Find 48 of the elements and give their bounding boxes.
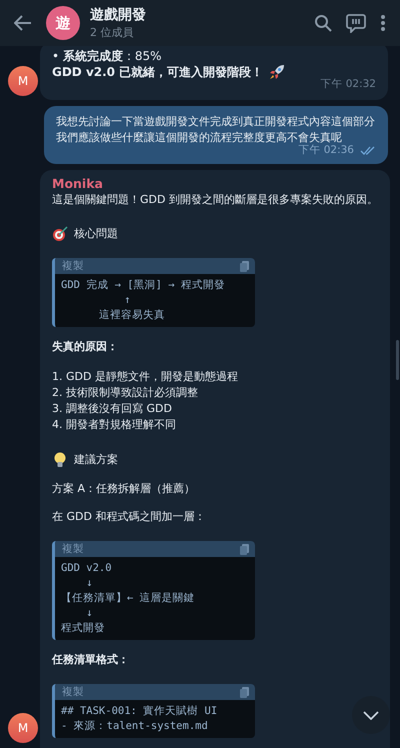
group-avatar[interactable]: 遊 [46,6,80,40]
code-line: 這裡容易失真 [98,308,166,323]
sender-name: Monika [52,176,103,192]
code-line: ↑ [123,293,132,308]
message-heading: 任務清單格式： [52,652,129,668]
list-item: 1. GDD 是靜態文件，開發是動態過程 [52,369,238,385]
message-text: 在 GDD 和程式碼之間加一層： [52,509,206,525]
code-line: ↓ [85,606,94,621]
user-avatar[interactable]: M [8,713,38,743]
copy-icon[interactable] [240,260,249,272]
code-line: - 來源：talent-system.md [61,719,209,734]
copy-button[interactable]: 複製 [62,542,84,556]
code-line: 【任務清單】← 這層是關鍵 [61,591,196,606]
scrollbar[interactable] [396,340,399,380]
section-title: 建議方案 [74,452,118,468]
message-heading: 失真的原因： [52,339,118,355]
target-icon [52,226,68,242]
message-text: 我們應該做些什麼讓這個開發的流程完整度更高不會失真呢 [56,130,342,144]
copy-button[interactable]: 複製 [62,685,84,699]
message-text: GDD v2.0 已就緒，可進入開發階段！ [52,64,264,80]
list-item: 3. 調整後沒有回寫 GDD [52,401,173,417]
copy-icon[interactable] [240,544,249,554]
code-line: ↓ [85,576,94,591]
message-text: 這是個關鍵問題！GDD 到開發之間的斷層是很多專案失敗的原因。 [52,192,378,208]
code-line: ## TASK-001: 實作天賦樹 UI [61,704,218,719]
user-avatar[interactable]: M [8,66,38,96]
list-item: 4. 開發者對規格理解不同 [52,417,177,433]
list-item: 2. 技術限制導致設計必須調整 [52,385,199,401]
copy-icon[interactable] [240,686,249,698]
more-icon[interactable] [380,14,386,32]
member-count: 2 位成員 [90,25,134,40]
code-line: 程式開發 [61,621,106,636]
message-time: 下午 02:32 [320,77,376,92]
message-text: • 系統完成度：85% [52,48,162,64]
search-icon[interactable] [314,14,332,32]
chat-title: 遊戲開發 [90,6,147,24]
rocket-icon [269,64,286,80]
chevron-down-icon [363,710,379,720]
chat-bubble-icon[interactable] [346,13,366,33]
message-time: 下午 02:36 [298,143,354,158]
message-text: 方案 A：任務拆解層（推薦） [52,481,196,497]
copy-button[interactable]: 複製 [62,259,84,273]
code-line: GDD v2.0 [61,561,113,576]
message-text: 我想先討論一下當遊戲開發文件完成到真正開發程式內容這個部分 [56,114,375,130]
section-title: 核心問題 [74,226,118,242]
back-icon[interactable] [14,15,32,31]
lightbulb-icon [52,451,68,469]
code-line: GDD 完成 → [黑洞] → 程式開發 [61,278,226,293]
